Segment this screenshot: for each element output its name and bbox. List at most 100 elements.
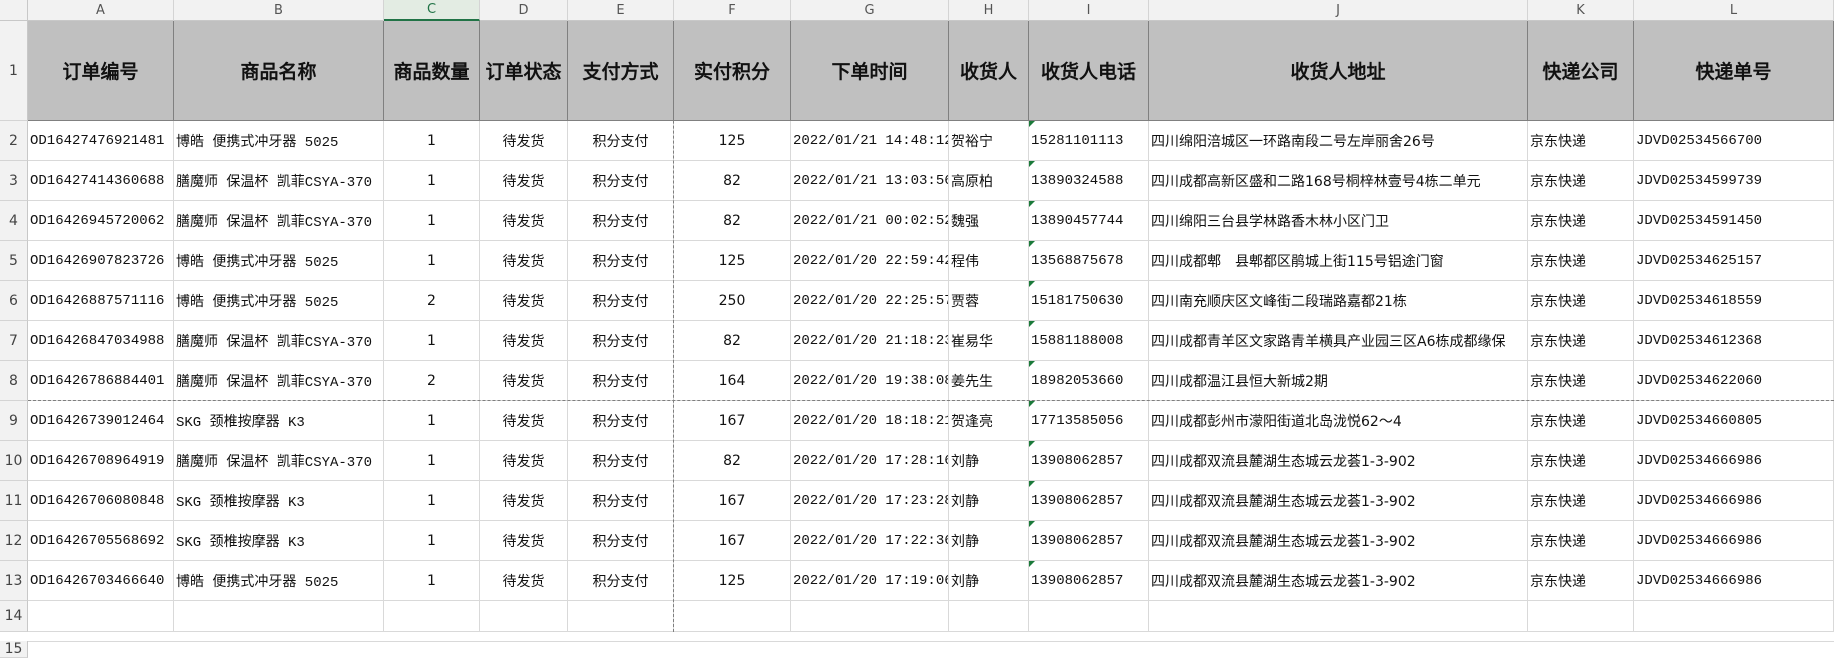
table-cell[interactable]: 2022/01/20 22:25:57 [791,281,949,321]
table-cell[interactable]: 待发货 [480,281,568,321]
row-header-14[interactable]: 14 [0,601,28,632]
table-cell[interactable]: 待发货 [480,521,568,561]
table-cell[interactable]: 2022/01/20 21:18:23 [791,321,949,361]
table-cell[interactable]: 1 [384,161,480,201]
table-cell[interactable]: 待发货 [480,441,568,481]
table-cell[interactable]: 京东快递 [1528,441,1634,481]
table-cell[interactable]: 2 [384,281,480,321]
table-cell[interactable]: 2022/01/21 00:02:52 [791,201,949,241]
table-cell[interactable]: 待发货 [480,561,568,601]
table-cell[interactable]: 积分支付 [568,161,674,201]
row-header-10[interactable]: 10 [0,441,28,481]
table-cell[interactable]: SKG 颈椎按摩器 K3 [174,521,384,561]
table-cell[interactable]: 魏强 [949,201,1029,241]
table-cell[interactable]: 待发货 [480,401,568,441]
table-cell[interactable]: 刘静 [949,441,1029,481]
table-cell[interactable]: 贺裕宁 [949,121,1029,161]
table-cell[interactable]: 刘静 [949,521,1029,561]
empty-cell[interactable] [28,641,174,642]
table-cell[interactable]: 四川绵阳三台县学林路香木林小区门卫 [1149,201,1528,241]
empty-cell[interactable] [1634,601,1834,632]
table-cell[interactable]: 博皓 便携式冲牙器 5025 [174,241,384,281]
table-cell[interactable]: 125 [674,241,791,281]
table-cell[interactable]: 待发货 [480,161,568,201]
table-cell[interactable]: OD16427414360688 [28,161,174,201]
table-cell[interactable]: 13908062857 [1029,481,1149,521]
table-cell[interactable]: 18982053660 [1029,361,1149,401]
table-cell[interactable]: 15281101113 [1029,121,1149,161]
row-header-4[interactable]: 4 [0,201,28,241]
empty-cell[interactable] [568,641,674,642]
empty-cell[interactable] [1149,601,1528,632]
empty-cell[interactable] [384,601,480,632]
empty-cell[interactable] [674,641,791,642]
table-cell[interactable]: 京东快递 [1528,281,1634,321]
table-cell[interactable]: 程伟 [949,241,1029,281]
table-cell[interactable]: OD16426786884401 [28,361,174,401]
column-header-k[interactable]: K [1528,0,1634,21]
empty-cell[interactable] [949,601,1029,632]
column-header-j[interactable]: J [1149,0,1528,21]
table-cell[interactable]: 167 [674,401,791,441]
empty-cell[interactable] [384,641,480,642]
table-cell[interactable]: 2022/01/20 17:28:16 [791,441,949,481]
table-cell[interactable]: 四川成都青羊区文家路青羊横具产业园三区A6栋成都缘保 [1149,321,1528,361]
column-header-c[interactable]: C [384,0,480,21]
table-cell[interactable]: OD16426907823726 [28,241,174,281]
table-cell[interactable]: 13890457744 [1029,201,1149,241]
table-cell[interactable]: 京东快递 [1528,321,1634,361]
header-cell[interactable]: 实付积分 [674,21,791,121]
table-cell[interactable]: 京东快递 [1528,361,1634,401]
row-header-1[interactable]: 1 [0,21,28,121]
table-cell[interactable]: 京东快递 [1528,201,1634,241]
empty-cell[interactable] [1634,641,1834,642]
table-cell[interactable]: 积分支付 [568,241,674,281]
table-cell[interactable]: 积分支付 [568,561,674,601]
table-cell[interactable]: JDVD02534591450 [1634,201,1834,241]
table-cell[interactable]: 刘静 [949,481,1029,521]
table-cell[interactable]: JDVD02534599739 [1634,161,1834,201]
empty-cell[interactable] [480,641,568,642]
table-cell[interactable]: 2 [384,361,480,401]
column-header-e[interactable]: E [568,0,674,21]
table-cell[interactable]: OD16426847034988 [28,321,174,361]
table-cell[interactable]: 82 [674,201,791,241]
empty-cell[interactable] [568,601,674,632]
table-cell[interactable]: 贺逢亮 [949,401,1029,441]
table-cell[interactable]: 2022/01/20 17:19:06 [791,561,949,601]
header-cell[interactable]: 商品数量 [384,21,480,121]
table-cell[interactable]: JDVD02534612368 [1634,321,1834,361]
table-cell[interactable]: 82 [674,441,791,481]
table-cell[interactable]: 1 [384,121,480,161]
row-header-15[interactable]: 15 [0,641,28,658]
table-cell[interactable]: 高原柏 [949,161,1029,201]
header-cell[interactable]: 收货人地址 [1149,21,1528,121]
table-cell[interactable]: 膳魔师 保温杯 凯菲CSYA-370 [174,321,384,361]
empty-cell[interactable] [480,601,568,632]
table-cell[interactable]: 167 [674,521,791,561]
table-cell[interactable]: 四川成都彭州市濛阳街道北岛泷悦62～4 [1149,401,1528,441]
table-cell[interactable]: 四川成都双流县麓湖生态城云龙荟1-3-902 [1149,561,1528,601]
empty-cell[interactable] [1149,641,1528,642]
table-cell[interactable]: 积分支付 [568,441,674,481]
table-cell[interactable]: OD16426706080848 [28,481,174,521]
row-header-8[interactable]: 8 [0,361,28,401]
table-cell[interactable]: 13908062857 [1029,561,1149,601]
header-cell[interactable]: 快递单号 [1634,21,1834,121]
empty-cell[interactable] [1528,601,1634,632]
table-cell[interactable]: 四川成都郫 县郫都区鹃城上街115号铝途门窗 [1149,241,1528,281]
table-cell[interactable]: 四川绵阳涪城区一环路南段二号左岸丽舍26号 [1149,121,1528,161]
table-cell[interactable]: 四川成都双流县麓湖生态城云龙荟1-3-902 [1149,521,1528,561]
table-cell[interactable]: 四川成都温江县恒大新城2期 [1149,361,1528,401]
table-cell[interactable]: 13908062857 [1029,441,1149,481]
table-cell[interactable]: 膳魔师 保温杯 凯菲CSYA-370 [174,441,384,481]
table-cell[interactable]: 2022/01/21 14:48:12 [791,121,949,161]
table-cell[interactable]: 积分支付 [568,481,674,521]
table-cell[interactable]: 1 [384,241,480,281]
table-cell[interactable]: 2022/01/20 22:59:42 [791,241,949,281]
table-cell[interactable]: 13568875678 [1029,241,1149,281]
table-cell[interactable]: JDVD02534566700 [1634,121,1834,161]
empty-cell[interactable] [174,601,384,632]
table-cell[interactable]: 京东快递 [1528,401,1634,441]
table-cell[interactable]: 250 [674,281,791,321]
